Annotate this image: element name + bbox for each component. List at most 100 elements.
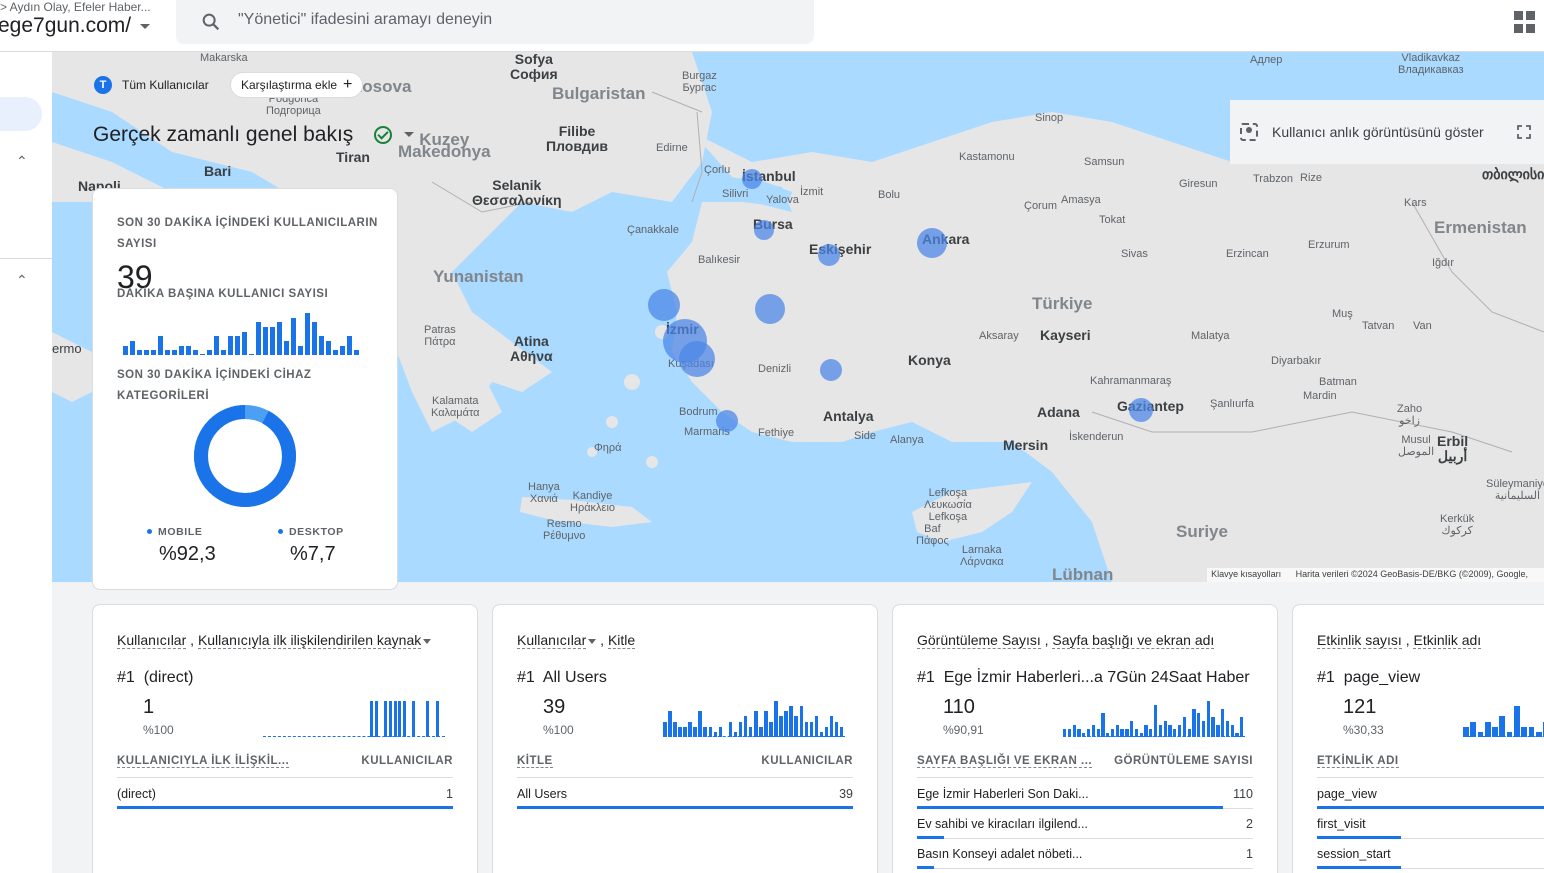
users-per-minute-bar[interactable] (270, 327, 275, 355)
card-metric-column-header[interactable]: KULLANICILAR (361, 755, 453, 767)
users-per-minute-bar[interactable] (291, 317, 296, 355)
card-metric-column-header[interactable]: GÖRÜNTÜLEME SAYISI (1114, 755, 1253, 767)
sparkline-bar[interactable] (1120, 729, 1124, 737)
users-per-minute-bar[interactable] (242, 331, 247, 355)
sparkline-bar[interactable] (1139, 733, 1143, 737)
apps-grid-icon[interactable] (1514, 11, 1536, 33)
sparkline-bar[interactable] (754, 711, 758, 737)
sparkline-bar[interactable] (663, 721, 667, 737)
sparkline-bar[interactable] (834, 721, 839, 737)
sparkline-bar[interactable] (1173, 729, 1177, 737)
sparkline-bar[interactable] (693, 726, 697, 737)
property-breadcrumb[interactable]: > Aydın Olay, Efeler Haber... (0, 0, 151, 14)
card-dimension-selector[interactable]: Kullanıcıyla ilk ilişkilendirilen kaynak (197, 632, 422, 649)
users-per-minute-bar[interactable] (165, 350, 170, 355)
keyboard-shortcuts-link[interactable]: Klavye kısayolları (1211, 569, 1281, 579)
sparkline-bar[interactable] (1463, 726, 1469, 737)
sparkline-bar[interactable] (1091, 725, 1096, 737)
sparkline-bar[interactable] (804, 721, 809, 737)
search-bar[interactable]: "Yönetici" ifadesini aramayı deneyin (176, 0, 814, 44)
sparkline-bar[interactable] (799, 706, 804, 737)
rail-active-item[interactable] (0, 97, 42, 131)
users-per-minute-bar[interactable] (130, 341, 135, 355)
sparkline-bar[interactable] (1484, 721, 1491, 737)
sparkline-bar[interactable] (743, 716, 748, 737)
sparkline-bar[interactable] (1221, 709, 1225, 737)
sparkline-bar[interactable] (1230, 725, 1234, 737)
sparkline-bar[interactable] (1477, 731, 1484, 737)
sparkline-bar[interactable] (733, 731, 738, 737)
sparkline-bar[interactable] (1110, 729, 1115, 737)
users-per-minute-bar[interactable] (235, 336, 240, 355)
users-per-minute-bar[interactable] (193, 350, 198, 355)
users-per-minute-bar[interactable] (151, 350, 156, 355)
sparkline-bar[interactable] (829, 716, 834, 737)
card-sparkline[interactable] (663, 701, 845, 737)
sparkline-bar[interactable] (774, 701, 778, 737)
sparkline-bar[interactable] (1168, 725, 1172, 737)
sparkline-bar[interactable] (393, 701, 397, 737)
users-per-minute-bar[interactable] (256, 322, 261, 355)
sparkline-bar[interactable] (1177, 725, 1182, 737)
sparkline-bar[interactable] (1528, 726, 1535, 737)
map-activity-bubble-kusadasi[interactable] (679, 341, 715, 377)
sparkline-bar[interactable] (1211, 717, 1215, 737)
sparkline-bar[interactable] (703, 726, 707, 737)
sparkline-bar[interactable] (1235, 733, 1239, 737)
chevron-down-icon[interactable] (140, 24, 150, 29)
users-per-minute-bar[interactable] (347, 336, 352, 355)
users-per-minute-bar[interactable] (186, 345, 191, 355)
sparkline-bar[interactable] (403, 701, 407, 737)
sparkline-bar[interactable] (375, 701, 379, 737)
device-category-donut[interactable] (194, 405, 296, 507)
sparkline-bar[interactable] (1182, 717, 1187, 737)
sparkline-bar[interactable] (1130, 721, 1134, 737)
sparkline-bar[interactable] (1535, 731, 1542, 737)
users-per-minute-bar[interactable] (340, 345, 345, 355)
card-metric-selector[interactable]: Kullanıcılar (117, 632, 187, 649)
card-metric-selector[interactable]: Etkinlik sayısı (1317, 632, 1402, 649)
card-dimension-column-header[interactable]: KULLANICIYLA İLK İLİŞKİL... (117, 755, 290, 768)
sparkline-bar[interactable] (1158, 725, 1163, 737)
sparkline-bar[interactable] (1134, 729, 1139, 737)
sparkline-bar[interactable] (764, 711, 768, 737)
sparkline-bar[interactable] (1206, 701, 1210, 737)
sparkline-bar[interactable] (824, 726, 829, 737)
card-dimension-selector[interactable]: Kitle (607, 632, 636, 649)
sparkline-bar[interactable] (1144, 725, 1148, 737)
table-row[interactable]: Basın Konseyi adalet nöbeti... 1 (917, 839, 1253, 869)
sparkline-bar[interactable] (1115, 725, 1119, 737)
sparkline-bar[interactable] (398, 701, 402, 737)
table-row[interactable]: (direct) 1 (117, 779, 453, 809)
sparkline-bar[interactable] (1082, 733, 1086, 737)
users-per-minute-bar[interactable] (137, 350, 142, 355)
sparkline-bar[interactable] (784, 711, 788, 737)
sparkline-bar[interactable] (426, 701, 430, 737)
sparkline-bar[interactable] (683, 726, 687, 737)
sparkline-bar[interactable] (748, 726, 753, 737)
sparkline-bar[interactable] (384, 701, 388, 737)
sparkline-bar[interactable] (1225, 721, 1230, 737)
card-dimension-column-header[interactable]: ETKİNLİK ADI (1317, 755, 1399, 768)
card-dimension-selector[interactable]: Sayfa başlığı ve ekran adı (1052, 632, 1215, 649)
users-per-minute-bar[interactable] (305, 313, 310, 355)
users-per-minute-bar[interactable] (326, 341, 331, 355)
sparkline-bar[interactable] (819, 731, 824, 737)
sparkline-bar[interactable] (1072, 725, 1076, 737)
sparkline-bar[interactable] (1470, 721, 1477, 737)
sparkline-bar[interactable] (698, 711, 702, 737)
sparkline-bar[interactable] (1067, 729, 1072, 737)
sparkline-bar[interactable] (1201, 721, 1206, 737)
property-selector[interactable]: ege7gun.com/ (0, 14, 131, 38)
sparkline-bar[interactable] (769, 721, 773, 737)
sparkline-bar[interactable] (1077, 729, 1081, 737)
sparkline-bar[interactable] (1125, 729, 1129, 737)
map-activity-bubble-manisa[interactable] (648, 289, 680, 321)
sparkline-bar[interactable] (1216, 725, 1220, 737)
sparkline-bar[interactable] (809, 721, 814, 737)
table-row[interactable]: page_view (1317, 779, 1544, 809)
map-activity-bubble-gaziantep[interactable] (1129, 398, 1153, 422)
sparkline-bar[interactable] (1499, 716, 1506, 737)
card-metric-selector[interactable]: Görüntüleme Sayısı (917, 632, 1041, 649)
sparkline-bar[interactable] (1197, 713, 1201, 737)
